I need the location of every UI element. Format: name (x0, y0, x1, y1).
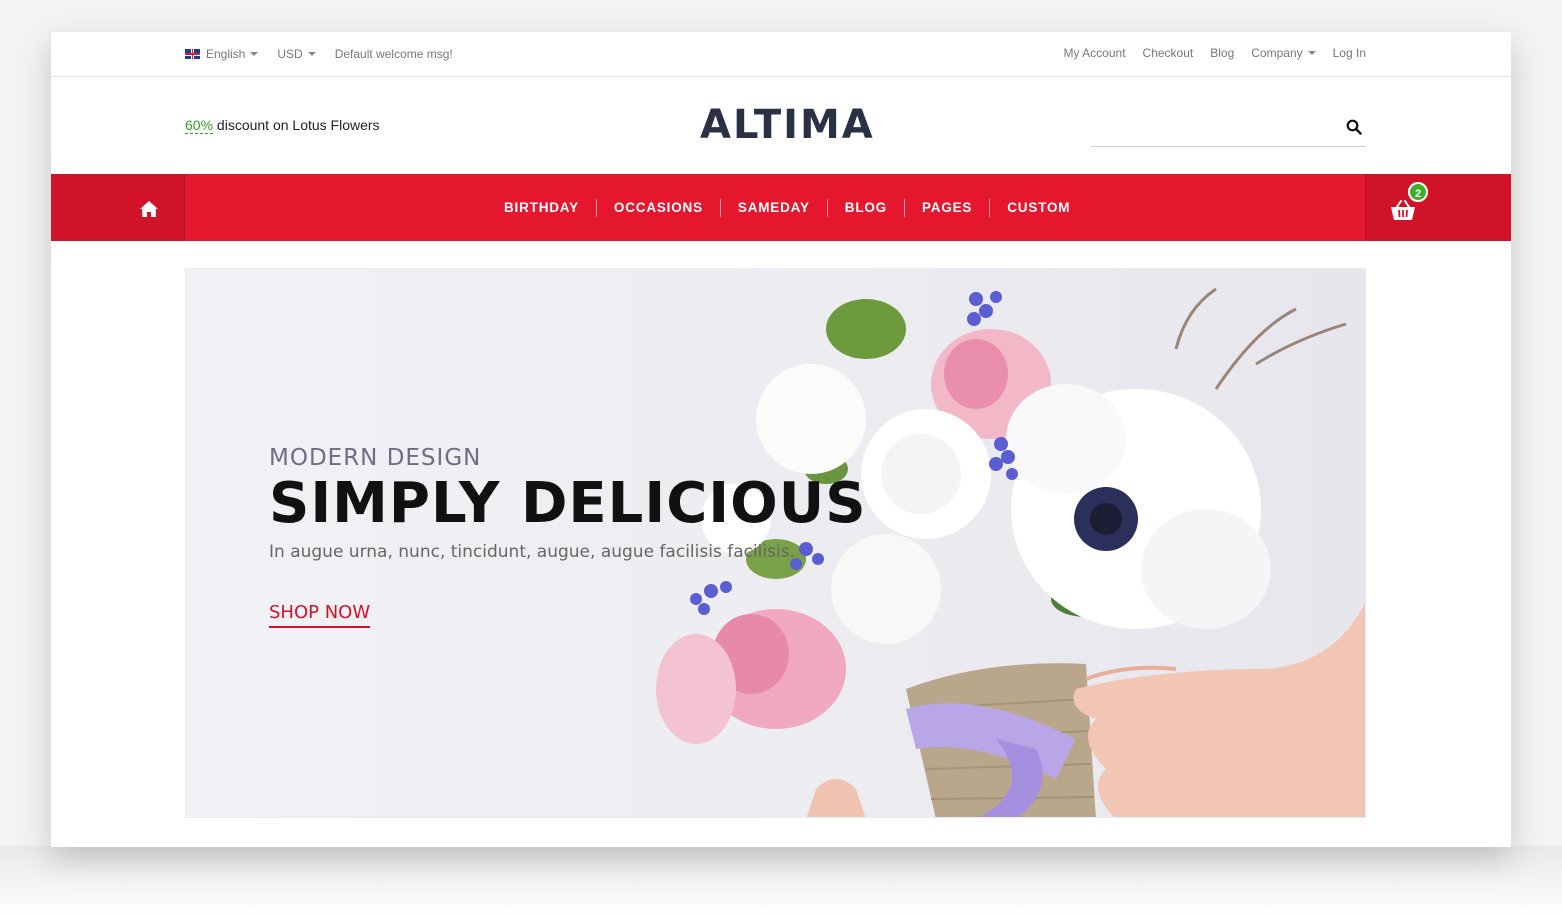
search-box (1091, 109, 1366, 147)
language-label: English (206, 47, 246, 61)
nav-menu: BIRTHDAY OCCASIONS SAMEDAY BLOG PAGES CU… (487, 174, 1087, 241)
nav-item-blog[interactable]: BLOG (826, 198, 904, 217)
header: 60% discount on Lotus Flowers ALTIMA (51, 77, 1511, 174)
backdrop (0, 846, 1562, 917)
nav-item-pages[interactable]: PAGES (903, 198, 989, 217)
hero-banner: MODERN DESIGN SIMPLY DELICIOUS In augue … (185, 268, 1366, 818)
login-link[interactable]: Log In (1333, 46, 1366, 60)
promo-percent: 60% (185, 117, 214, 134)
hero-text-block: MODERN DESIGN SIMPLY DELICIOUS In augue … (269, 445, 867, 628)
promo-description: discount on Lotus Flowers (213, 117, 380, 133)
cart-count-badge: 2 (1408, 182, 1428, 202)
main-nav: BIRTHDAY OCCASIONS SAMEDAY BLOG PAGES CU… (51, 174, 1511, 241)
currency-selector[interactable]: USD (277, 47, 316, 61)
nav-item-sameday[interactable]: SAMEDAY (719, 198, 827, 217)
welcome-message: Default welcome msg! (334, 47, 453, 61)
chevron-down-icon (250, 52, 259, 56)
nav-item-occasions[interactable]: OCCASIONS (595, 198, 720, 217)
checkout-link[interactable]: Checkout (1143, 46, 1194, 60)
home-button[interactable] (51, 174, 185, 241)
blog-link[interactable]: Blog (1210, 46, 1234, 60)
cart-icon (1391, 200, 1415, 220)
top-bar: English USD Default welcome msg! My Acco… (51, 32, 1511, 77)
shop-now-button[interactable]: SHOP NOW (269, 602, 371, 628)
nav-item-custom[interactable]: CUSTOM (989, 198, 1087, 217)
search-input[interactable] (1091, 115, 1331, 141)
language-selector[interactable]: English (185, 47, 259, 61)
company-label: Company (1251, 46, 1303, 60)
hero-subline: In augue urna, nunc, tincidunt, augue, a… (269, 542, 795, 562)
cart-button[interactable]: 2 (1365, 174, 1511, 241)
company-dropdown[interactable]: Company (1251, 46, 1316, 60)
chevron-down-icon (307, 52, 316, 56)
site-logo[interactable]: ALTIMA (700, 102, 875, 148)
hero-kicker: MODERN DESIGN (269, 445, 482, 471)
promo-text[interactable]: 60% discount on Lotus Flowers (185, 117, 380, 134)
uk-flag-icon (185, 49, 200, 59)
search-icon[interactable] (1346, 119, 1362, 135)
page-frame: English USD Default welcome msg! My Acco… (51, 32, 1511, 847)
chevron-down-icon (1307, 51, 1316, 55)
currency-label: USD (277, 47, 303, 61)
nav-item-birthday[interactable]: BIRTHDAY (487, 199, 596, 217)
home-icon (140, 201, 158, 217)
hero-headline: SIMPLY DELICIOUS (269, 471, 867, 536)
my-account-link[interactable]: My Account (1064, 46, 1126, 60)
